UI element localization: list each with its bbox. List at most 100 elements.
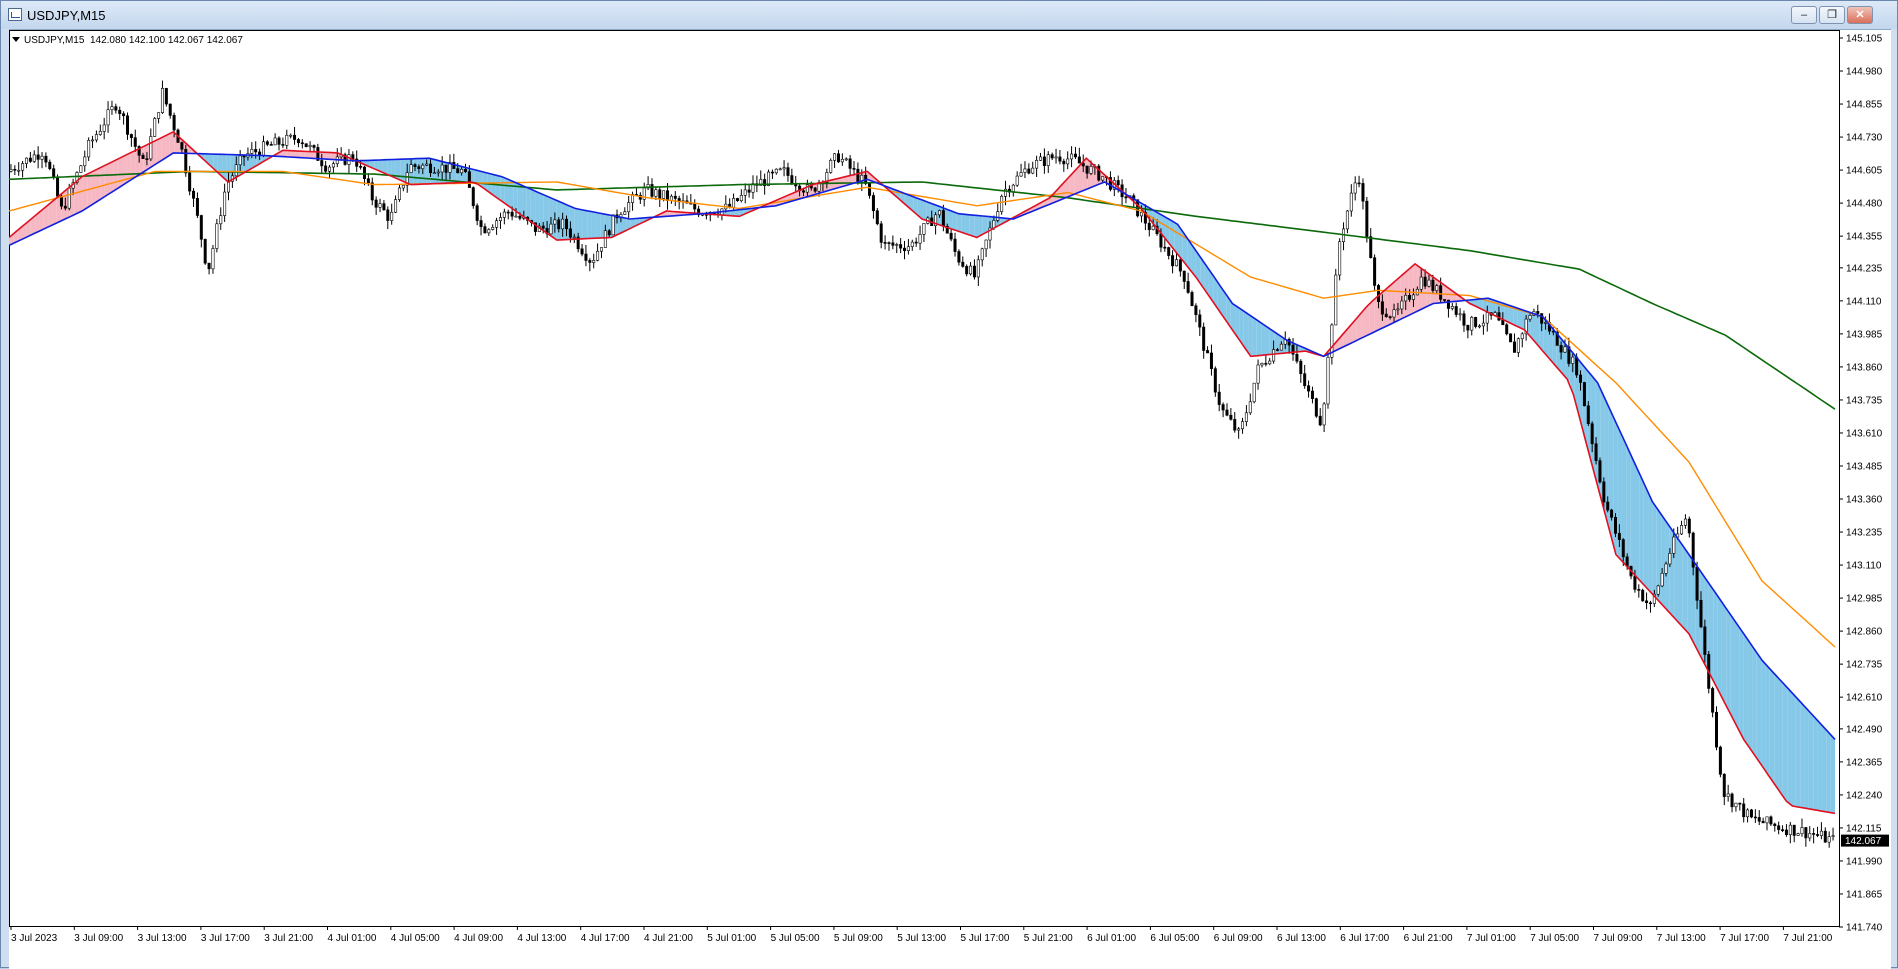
candle-bear (1610, 510, 1612, 517)
ribbon-down-segment (1744, 634, 1748, 746)
chart-menu-triangle-icon[interactable] (12, 37, 20, 42)
candle-bear (1074, 154, 1076, 157)
chart-window-titlebar[interactable]: USDJPY,M15 – ❐ ✕ (1, 1, 1897, 29)
candle-bear (1377, 285, 1379, 301)
candle-bull (91, 140, 93, 141)
candle-bull (1327, 357, 1329, 404)
chart-canvas[interactable]: 145.105144.980144.855144.730144.605144.4… (9, 30, 1891, 969)
candle-bear (1750, 810, 1752, 817)
candle-bull (1521, 334, 1523, 339)
candle-bull (410, 165, 412, 173)
candle-bear (1607, 502, 1609, 510)
x-tick-label: 3 Jul 09:00 (74, 933, 123, 944)
ribbon-down-segment (970, 215, 974, 237)
candle-bull (977, 260, 979, 277)
candle-bull (732, 198, 734, 207)
candle-bull (911, 242, 913, 247)
candle-bear (165, 88, 167, 104)
candle-bear (173, 115, 175, 130)
candle-bear (1300, 361, 1302, 373)
x-tick-label: 6 Jul 13:00 (1277, 933, 1326, 944)
restore-button[interactable]: ❐ (1819, 6, 1845, 24)
y-tick-label: 141.865 (1846, 889, 1883, 900)
candle-bear (511, 212, 513, 216)
candle-bear (1199, 315, 1201, 327)
candle-bear (1715, 712, 1717, 747)
ribbon-up-segment (166, 133, 170, 157)
candle-bull (332, 164, 334, 167)
ribbon-up-segment (326, 152, 330, 159)
y-tick-label: 143.860 (1846, 362, 1883, 373)
ribbon-down-segment (1661, 514, 1665, 608)
y-tick-label: 143.360 (1846, 495, 1883, 506)
candle-bull (495, 221, 497, 228)
candle-bear (1739, 803, 1741, 804)
candle-bull (1140, 212, 1142, 216)
candle-bear (1265, 363, 1267, 364)
candle-bear (1210, 353, 1212, 369)
close-button[interactable]: ✕ (1847, 6, 1873, 24)
ribbon-down-segment (961, 214, 965, 234)
candle-bear (14, 169, 16, 170)
current-price-label: 142.067 (1845, 836, 1882, 847)
x-tick-label: 7 Jul 01:00 (1467, 933, 1516, 944)
candle-bear (659, 190, 661, 199)
minimize-button[interactable]: – (1791, 6, 1817, 24)
terminal-window: USDJPY,M15 – ❐ ✕ 145.105144.980144.85514… (0, 0, 1898, 968)
candle-bull (1766, 817, 1768, 823)
ribbon-down-segment (1735, 621, 1739, 731)
candle-bear (1366, 201, 1368, 236)
candle-bear (1758, 817, 1760, 821)
y-tick-label: 144.855 (1846, 100, 1883, 111)
candle-bull (25, 158, 27, 164)
candle-bull (212, 248, 214, 268)
ribbon-down-segment (1687, 552, 1691, 639)
x-tick-label: 6 Jul 01:00 (1087, 933, 1136, 944)
candle-bull (1412, 295, 1414, 300)
ribbon-down-segment (1692, 558, 1696, 647)
candle-bear (837, 154, 839, 162)
candle-bear (802, 191, 804, 192)
candle-bull (80, 166, 82, 173)
candle-bull (111, 107, 113, 110)
candle-bull (985, 240, 987, 249)
candle-bear (1781, 830, 1783, 831)
ribbon-down-segment (1748, 640, 1752, 752)
candle-bear (1028, 169, 1030, 173)
candle-bull (981, 249, 983, 260)
candle-bear (208, 263, 210, 269)
candle-bear (414, 165, 416, 167)
price-chart[interactable]: 145.105144.980144.855144.730144.605144.4… (9, 29, 1891, 969)
ribbon-down-segment (952, 211, 956, 230)
ribbon-down-segment (579, 209, 583, 239)
y-tick-label: 142.735 (1846, 660, 1883, 671)
candle-bear (56, 177, 58, 196)
candle-bull (561, 219, 563, 229)
ribbon-down-segment (518, 183, 522, 215)
candle-bull (95, 135, 97, 140)
ribbon-down-segment (1261, 323, 1265, 355)
y-tick-label: 141.990 (1846, 856, 1883, 867)
candle-bear (1171, 256, 1173, 266)
candle-bear (950, 233, 952, 239)
candle-bull (1272, 350, 1274, 362)
candle-bear (418, 167, 420, 169)
candle-bear (387, 210, 389, 221)
candle-bull (161, 88, 163, 112)
candle-bull (1669, 553, 1671, 564)
ribbon-up-segment (96, 168, 100, 202)
candle-bear (297, 140, 299, 143)
candle-bull (289, 135, 291, 136)
y-tick-label: 145.105 (1846, 34, 1883, 45)
candle-bull (1544, 322, 1546, 323)
candle-bear (1618, 533, 1620, 539)
candle-bear (1711, 688, 1713, 712)
candle-bull (1735, 803, 1737, 807)
candle-bear (1202, 327, 1204, 350)
candle-bull (1746, 810, 1748, 817)
candle-bear (965, 266, 967, 274)
ribbon-down-segment (1722, 602, 1726, 706)
candle-bull (422, 165, 424, 168)
candle-bull (1032, 168, 1034, 173)
candle-bear (270, 144, 272, 145)
